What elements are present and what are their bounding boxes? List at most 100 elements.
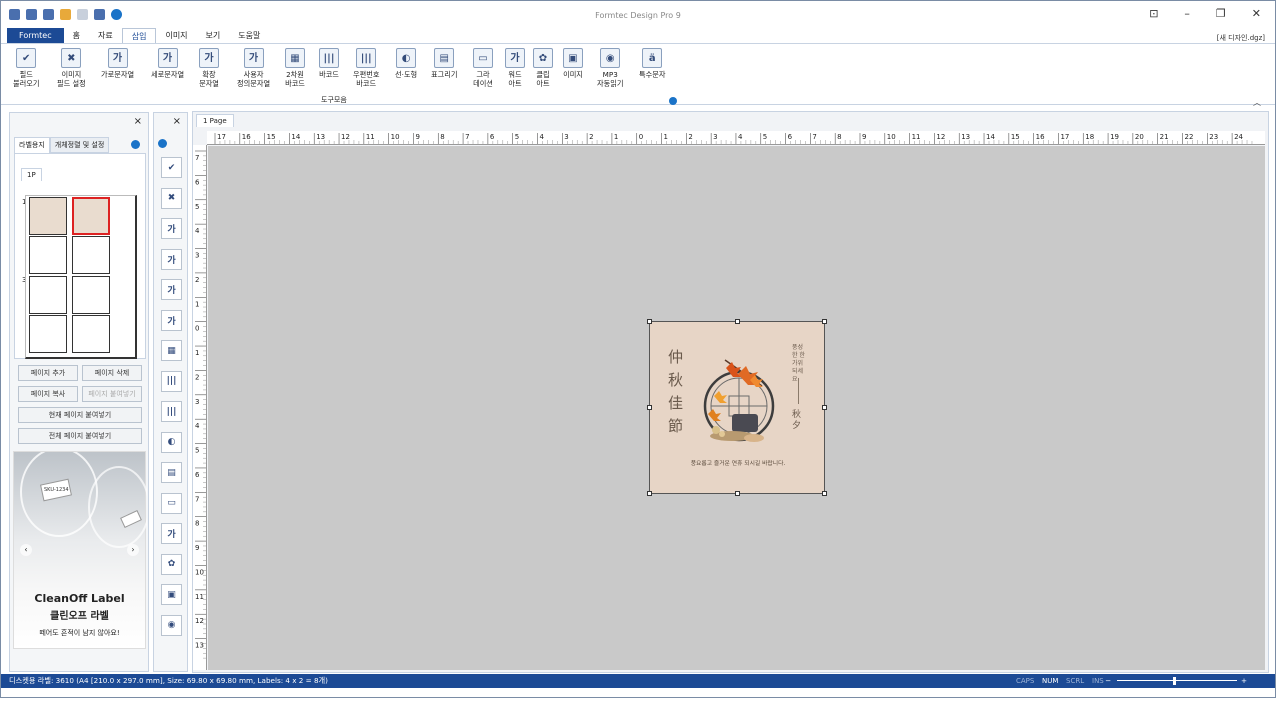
paste-page-button[interactable]: 페이지 붙여넣기 <box>82 386 142 402</box>
toolbox-tool-icon[interactable]: ||| <box>161 401 182 422</box>
ribbon-button-16[interactable]: ä 특수문자 <box>639 48 665 79</box>
tab-page-1[interactable]: 1 Page <box>196 114 234 127</box>
tab-image[interactable]: 이미지 <box>156 28 196 43</box>
tab-home[interactable]: 홈 <box>64 28 89 43</box>
status-text: 디스켓용 라벨: 3610 (A4 [210.0 x 297.0 mm], Si… <box>9 676 328 685</box>
page-box: 1P 1 3 <box>14 153 146 359</box>
tab-data[interactable]: 자료 <box>89 28 122 43</box>
ribbon-button-8[interactable]: ||| 우편번호 바코드 <box>353 48 379 88</box>
ribbon-button-10[interactable]: ▤ 표그리기 <box>431 48 457 79</box>
close-button[interactable]: ✕ <box>1252 7 1261 20</box>
ad-banner[interactable]: SKU-1234 ‹ › CleanOff Label 클린오프 라벨 떼어도 … <box>13 451 147 649</box>
toolbox-tool-icon[interactable]: ▤ <box>161 462 182 483</box>
resize-handle[interactable] <box>822 319 827 324</box>
wine-glasses-illustration <box>20 452 147 548</box>
restore-button[interactable]: ❐ <box>1216 7 1226 20</box>
ruler-label: 8 <box>195 520 199 528</box>
ribbon-tabs: Formtec 홈 자료 삽입 이미지 보기 도움말 <box>7 28 269 43</box>
chevron-right-icon[interactable]: › <box>127 544 139 556</box>
label-cell[interactable] <box>29 236 67 274</box>
toolbox-tool-icon[interactable]: 가 <box>161 279 182 300</box>
ruler-label: 4 <box>195 422 200 430</box>
ribbon-button-3[interactable]: 가 세로문자열 <box>151 48 184 79</box>
tab-insert[interactable]: 삽입 <box>121 28 157 43</box>
panel-nav-icon[interactable] <box>158 139 167 148</box>
label-cell-selected[interactable] <box>72 197 110 235</box>
resize-handle[interactable] <box>822 405 827 410</box>
ruler-label: 6 <box>195 471 200 479</box>
resize-handle[interactable] <box>647 491 652 496</box>
toolbox-tool-icon[interactable]: ||| <box>161 370 182 392</box>
panel-nav-icon[interactable] <box>131 140 140 149</box>
close-icon[interactable]: × <box>134 116 142 127</box>
ruler-label: 1 <box>614 133 618 141</box>
ribbon-button-4[interactable]: 가 확장 문자열 <box>199 48 219 88</box>
ribbon-button-label: 선·도형 <box>395 70 418 79</box>
toolbox-tool-icon[interactable]: ✿ <box>161 553 182 575</box>
ribbon-button-13[interactable]: ✿ 클립 아트 <box>533 48 553 88</box>
toolbox-tool-icon[interactable]: 가 <box>161 218 182 239</box>
label-cell[interactable] <box>72 276 110 314</box>
zoom-thumb[interactable] <box>1173 677 1176 685</box>
toolbox-tool-icon[interactable]: ◉ <box>161 614 182 636</box>
ribbon-button-0[interactable]: ✔ 필드 불러오기 <box>13 48 39 88</box>
resize-handle[interactable] <box>735 491 740 496</box>
ribbon-button-1[interactable]: ✖ 이미지 필드 설정 <box>57 48 86 88</box>
toolbox-tool-icon[interactable]: ▦ <box>161 340 182 361</box>
design-canvas[interactable]: 仲秋佳節 풍성한 한가위 되세요 秋夕 풍요롭고 즐거운 연휴 되시길 바랍니다… <box>208 146 1265 670</box>
toolbox-tool-icon[interactable]: 가 <box>161 309 182 331</box>
ribbon-button-7[interactable]: ||| 바코드 <box>319 48 339 79</box>
paste-current-page-button[interactable]: 현재 페이지 붙여넣기 <box>18 407 142 423</box>
tab-formtec[interactable]: Formtec <box>7 28 64 43</box>
resize-handle[interactable] <box>647 405 652 410</box>
label-cell[interactable] <box>72 236 110 274</box>
tab-view[interactable]: 보기 <box>197 28 230 43</box>
ribbon-button-12[interactable]: 가 워드 아트 <box>505 48 525 88</box>
toolbox-tool-icon[interactable]: ✔ <box>161 157 182 178</box>
add-page-button[interactable]: 페이지 추가 <box>18 365 78 381</box>
ruler-label: 19 <box>1110 133 1119 141</box>
window-title: Formtec Design Pro 9 <box>595 11 681 20</box>
ruler-label: 20 <box>1135 133 1144 141</box>
page-tab[interactable]: 1P <box>21 168 42 181</box>
paste-all-pages-button[interactable]: 전체 페이지 붙여넣기 <box>18 428 142 444</box>
ribbon-button-2[interactable]: 가 가로문자열 <box>101 48 134 79</box>
toolbox-tool-icon[interactable]: ◐ <box>161 431 182 453</box>
label-cell[interactable] <box>29 315 67 353</box>
collapse-ribbon-icon[interactable]: ︿ <box>1253 97 1261 108</box>
ribbon-button-label: 사용자 정의문자열 <box>237 70 271 88</box>
ribbon-button-5[interactable]: 가 사용자 정의문자열 <box>237 48 270 88</box>
group-expand-icon[interactable] <box>669 97 677 105</box>
copy-page-button[interactable]: 페이지 복사 <box>18 386 78 402</box>
toolbox-tool-icon[interactable]: 가 <box>161 248 182 270</box>
tab-object-align[interactable]: 개체정렬 및 설정 <box>49 137 110 153</box>
tab-help[interactable]: 도움말 <box>229 28 269 43</box>
ribbon-button-6[interactable]: ▦ 2차원 바코드 <box>285 48 305 88</box>
ruler-label: 12 <box>936 133 945 141</box>
minimize-button[interactable]: – <box>1184 7 1190 20</box>
ribbon-button-9[interactable]: ◐ 선·도형 <box>395 48 417 79</box>
tab-label-paper[interactable]: 라벨용지 <box>14 137 50 153</box>
ribbon-button-15[interactable]: ◉ MP3 자동읽기 <box>597 48 623 88</box>
zoom-out-button[interactable]: − <box>1105 674 1111 688</box>
delete-page-button[interactable]: 페이지 삭제 <box>82 365 142 381</box>
resize-handle[interactable] <box>822 491 827 496</box>
toolbox-tool-icon[interactable]: 가 <box>161 523 182 544</box>
ribbon-options-icon[interactable]: ⊡ <box>1149 7 1158 20</box>
resize-handle[interactable] <box>735 319 740 324</box>
ribbon-button-label: 클립 아트 <box>536 70 550 88</box>
toolbox-tool-icon[interactable]: ▭ <box>161 492 182 514</box>
ribbon-tool-icon: 가 <box>505 48 525 68</box>
label-cell[interactable] <box>29 276 67 314</box>
zoom-in-button[interactable]: + <box>1241 674 1247 688</box>
chevron-left-icon[interactable]: ‹ <box>20 544 32 556</box>
label-cell[interactable] <box>29 197 67 235</box>
ribbon-button-14[interactable]: ▣ 이미지 <box>563 48 583 79</box>
ribbon-button-11[interactable]: ▭ 그라 데이션 <box>473 48 493 88</box>
close-icon[interactable]: × <box>173 116 181 127</box>
toolbox-tool-icon[interactable]: ✖ <box>161 187 182 209</box>
resize-handle[interactable] <box>647 319 652 324</box>
toolbox-tool-icon[interactable]: ▣ <box>161 584 182 605</box>
label-cell[interactable] <box>72 315 110 353</box>
label-design[interactable]: 仲秋佳節 풍성한 한가위 되세요 秋夕 풍요롭고 즐거운 연휴 되시길 바랍니다… <box>647 319 827 496</box>
